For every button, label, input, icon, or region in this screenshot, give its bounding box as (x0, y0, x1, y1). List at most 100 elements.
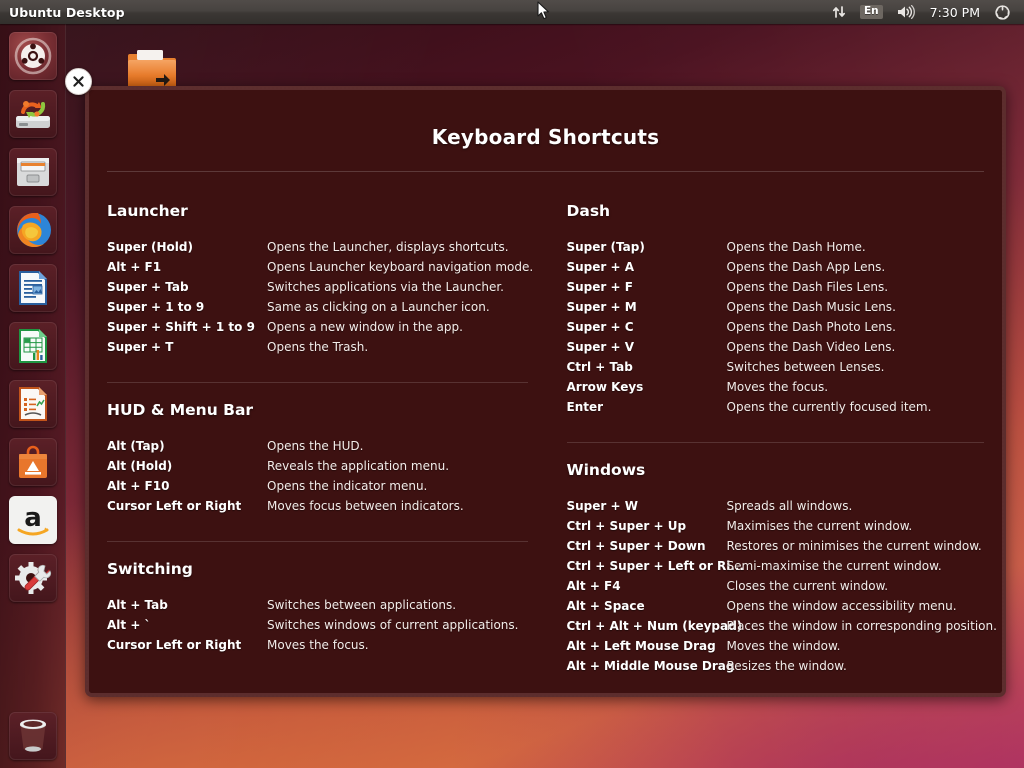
close-overlay-button[interactable] (65, 68, 92, 95)
shortcut-key: Alt + Tab (107, 595, 267, 615)
network-indicator[interactable] (825, 0, 853, 24)
shortcut-key: Alt + Space (567, 596, 727, 616)
shortcuts-columns: Launcher Super (Hold) Opens the Launcher… (89, 172, 1002, 676)
shortcut-key: Ctrl + Tab (567, 357, 727, 377)
shortcut-row: Alt (Tap) Opens the HUD. (107, 436, 528, 456)
software-center-icon (13, 442, 53, 482)
shortcut-key: Ctrl + Alt + Num (keypad) (567, 616, 727, 636)
shortcut-desc: Places the window in corresponding posit… (727, 616, 997, 636)
shortcuts-right-column: Dash Super (Tap) Opens the Dash Home. Su… (546, 172, 985, 676)
section-launcher: Launcher Super (Hold) Opens the Launcher… (107, 184, 528, 357)
launcher-item-trash[interactable] (9, 712, 57, 760)
shortcut-row: Ctrl + Super + Up Maximises the current … (567, 516, 985, 536)
top-panel: Ubuntu Desktop En 7:30 PM (0, 0, 1024, 24)
shortcut-row: Enter Opens the currently focused item. (567, 397, 985, 417)
launcher-item-firefox[interactable] (9, 206, 57, 254)
launcher-item-software-center[interactable] (9, 438, 57, 486)
shortcut-key: Super + C (567, 317, 727, 337)
launcher-item-calc[interactable] (9, 322, 57, 370)
shortcut-key: Arrow Keys (567, 377, 727, 397)
volume-indicator[interactable] (890, 0, 922, 24)
network-icon (832, 5, 846, 19)
shortcut-key: Super + T (107, 337, 267, 357)
shortcut-row: Alt + Space Opens the window accessibili… (567, 596, 985, 616)
shortcut-desc: Closes the current window. (727, 576, 889, 596)
shortcut-desc: Switches applications via the Launcher. (267, 277, 504, 297)
shortcut-desc: Spreads all windows. (727, 496, 853, 516)
clock-indicator[interactable]: 7:30 PM (922, 0, 988, 24)
launcher-dock: a (0, 24, 66, 768)
shortcut-row: Ctrl + Tab Switches between Lenses. (567, 357, 985, 377)
shortcut-row: Super (Tap) Opens the Dash Home. (567, 237, 985, 257)
shortcut-desc: Switches between Lenses. (727, 357, 885, 377)
launcher-item-backup[interactable] (9, 90, 57, 138)
svg-text:a: a (24, 503, 42, 533)
keyboard-shortcuts-overlay: Keyboard Shortcuts Launcher Super (Hold)… (85, 86, 1006, 697)
shortcut-row: Ctrl + Alt + Num (keypad) Places the win… (567, 616, 985, 636)
section-dash: Dash Super (Tap) Opens the Dash Home. Su… (567, 184, 985, 417)
shortcut-desc: Opens the HUD. (267, 436, 364, 456)
shortcut-key: Super + F (567, 277, 727, 297)
shortcut-key: Alt + F10 (107, 476, 267, 496)
shortcut-key: Cursor Left or Right (107, 496, 267, 516)
launcher-item-writer[interactable] (9, 264, 57, 312)
shortcut-key: Super (Tap) (567, 237, 727, 257)
amazon-icon: a (12, 500, 54, 540)
close-icon (71, 74, 86, 89)
shortcut-key: Alt (Tap) (107, 436, 267, 456)
shortcuts-left-column: Launcher Super (Hold) Opens the Launcher… (107, 172, 546, 676)
shortcut-row: Cursor Left or Right Moves the focus. (107, 635, 528, 655)
shortcut-row: Alt + Tab Switches between applications. (107, 595, 528, 615)
shortcut-row: Alt + F1 Opens Launcher keyboard navigat… (107, 257, 528, 277)
panel-title[interactable]: Ubuntu Desktop (9, 5, 125, 20)
shortcut-key: Super + A (567, 257, 727, 277)
shortcut-desc: Opens the Dash Photo Lens. (727, 317, 896, 337)
launcher-item-files[interactable] (9, 148, 57, 196)
shortcut-row: Alt + F4 Closes the current window. (567, 576, 985, 596)
shortcut-row: Super + 1 to 9 Same as clicking on a Lau… (107, 297, 528, 317)
indicator-area: En 7:30 PM (825, 0, 1017, 24)
shortcut-desc: Opens the indicator menu. (267, 476, 427, 496)
shortcut-key: Cursor Left or Right (107, 635, 267, 655)
session-menu-indicator[interactable] (988, 0, 1017, 24)
shortcut-row: Arrow Keys Moves the focus. (567, 377, 985, 397)
shortcut-desc: Moves the window. (727, 636, 841, 656)
trash-icon (16, 717, 50, 755)
firefox-icon (12, 209, 54, 251)
shortcut-desc: Same as clicking on a Launcher icon. (267, 297, 490, 317)
shortcut-desc: Opens a new window in the app. (267, 317, 463, 337)
shortcut-key: Alt + F1 (107, 257, 267, 277)
shortcut-row: Super + T Opens the Trash. (107, 337, 528, 357)
shortcut-key: Super + 1 to 9 (107, 297, 267, 317)
backup-restore-icon (13, 94, 53, 134)
shortcut-desc: Resizes the window. (727, 656, 847, 676)
shortcuts-title: Keyboard Shortcuts (89, 90, 1002, 149)
launcher-item-impress[interactable] (9, 380, 57, 428)
shortcut-row: Alt + ` Switches windows of current appl… (107, 615, 528, 635)
keyboard-layout-indicator[interactable]: En (853, 0, 890, 24)
libreoffice-impress-icon (13, 384, 53, 424)
shortcut-desc: Opens the Trash. (267, 337, 368, 357)
shortcut-row: Super + Tab Switches applications via th… (107, 277, 528, 297)
shortcut-desc: Opens the window accessibility menu. (727, 596, 957, 616)
shortcut-desc: Restores or minimises the current window… (727, 536, 982, 556)
section-heading: HUD & Menu Bar (107, 401, 528, 419)
shortcut-desc: Maximises the current window. (727, 516, 913, 536)
section-heading: Windows (567, 461, 985, 479)
session-gear-icon (995, 5, 1010, 20)
shortcut-row: Ctrl + Super + Down Restores or minimise… (567, 536, 985, 556)
shortcut-row: Super + C Opens the Dash Photo Lens. (567, 317, 985, 337)
shortcut-desc: Semi-maximise the current window. (727, 556, 942, 576)
shortcut-desc: Opens the Dash App Lens. (727, 257, 886, 277)
system-settings-icon (13, 558, 53, 598)
shortcut-desc: Moves the focus. (727, 377, 829, 397)
shortcut-desc: Opens the Dash Home. (727, 237, 866, 257)
shortcut-row: Super + F Opens the Dash Files Lens. (567, 277, 985, 297)
launcher-item-system-settings[interactable] (9, 554, 57, 602)
shortcut-row: Super + V Opens the Dash Video Lens. (567, 337, 985, 357)
shortcut-key: Super + V (567, 337, 727, 357)
launcher-item-amazon[interactable]: a (9, 496, 57, 544)
shortcuts-content: Keyboard Shortcuts Launcher Super (Hold)… (89, 90, 1002, 693)
launcher-item-dash-home[interactable] (9, 32, 57, 80)
shortcut-row: Super + M Opens the Dash Music Lens. (567, 297, 985, 317)
